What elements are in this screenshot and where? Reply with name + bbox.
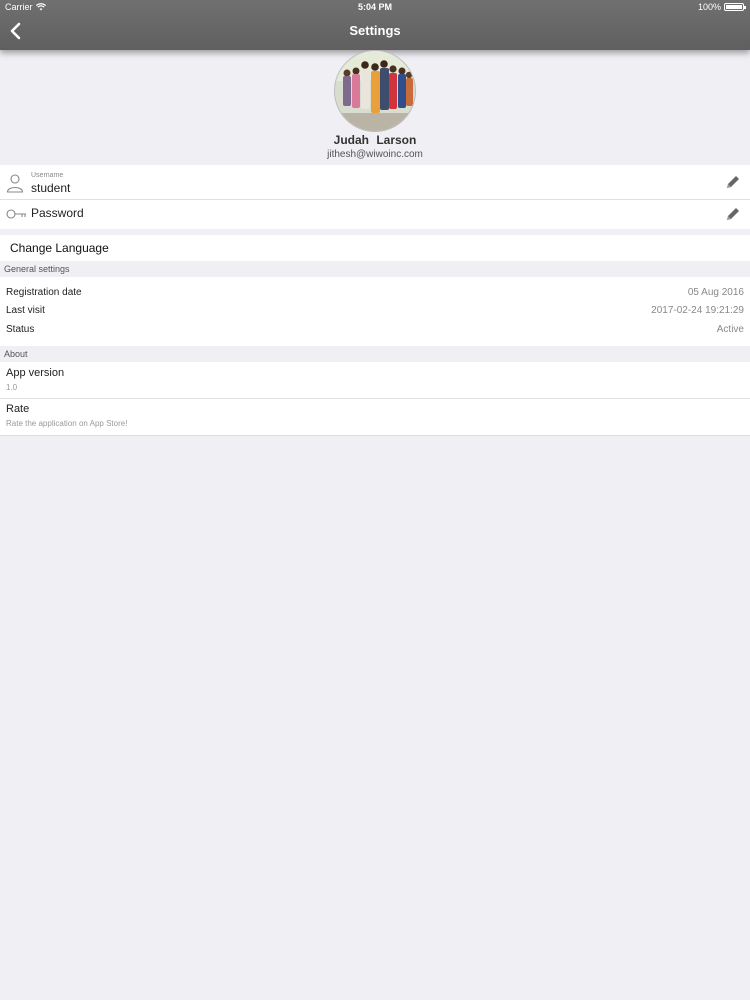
user-icon [6, 174, 24, 193]
change-language-button[interactable]: Change Language [0, 235, 750, 261]
username-label: Username [31, 172, 64, 179]
pencil-icon[interactable] [724, 173, 742, 191]
navigation-bar: Carrier 5:04 PM 100% Settings [0, 0, 750, 50]
username-row[interactable]: Username student [0, 165, 750, 199]
username-value: student [31, 181, 71, 195]
status-label: Status [6, 324, 35, 335]
last-visit-label: Last visit [6, 305, 45, 316]
battery-fill [726, 5, 742, 9]
status-time: 5:04 PM [357, 2, 392, 12]
registration-date-label: Registration date [6, 287, 82, 298]
app-version-row: App version 1.0 [0, 362, 750, 398]
about-header: About [0, 346, 750, 362]
rate-subtitle: Rate the application on App Store! [6, 419, 128, 428]
battery-icon [724, 3, 746, 11]
rate-row[interactable]: Rate Rate the application on App Store! [0, 399, 750, 435]
group-photo [335, 51, 415, 131]
last-name: Larson [376, 133, 417, 147]
pencil-icon[interactable] [724, 205, 742, 223]
status-right: 100% [697, 2, 746, 12]
registration-date-value: 05 Aug 2016 [687, 287, 744, 298]
app-version-value: 1.0 [6, 383, 18, 392]
last-visit-value: 2017-02-24 19:21:29 [651, 305, 744, 316]
bottom-divider [0, 435, 750, 436]
general-settings-card: Registration date 05 Aug 2016 Last visit… [0, 277, 750, 346]
profile-header: Judah Larson jithesh@wiwoinc.com [0, 50, 750, 164]
section-title: General settings [4, 264, 70, 274]
profile-name: Judah Larson [0, 133, 750, 147]
page-title: Settings [349, 23, 401, 38]
about-card: App version 1.0 Rate Rate the applicatio… [0, 362, 750, 435]
account-card: Username student Password [0, 165, 750, 229]
profile-email: jithesh@wiwoinc.com [327, 149, 423, 160]
status-bar: Carrier 5:04 PM 100% [0, 0, 750, 14]
general-settings-header: General settings [0, 261, 750, 277]
first-name: Judah [333, 133, 369, 147]
change-language-label: Change Language [10, 241, 109, 255]
rate-label: Rate [6, 403, 30, 415]
password-label: Password [31, 206, 84, 220]
avatar[interactable] [334, 50, 416, 132]
section-title: About [4, 349, 28, 359]
app-version-label: App version [6, 367, 65, 379]
password-row[interactable]: Password [0, 200, 750, 229]
battery-percent: 100% [697, 2, 721, 12]
key-icon [6, 209, 26, 219]
status-value: Active [716, 324, 744, 335]
